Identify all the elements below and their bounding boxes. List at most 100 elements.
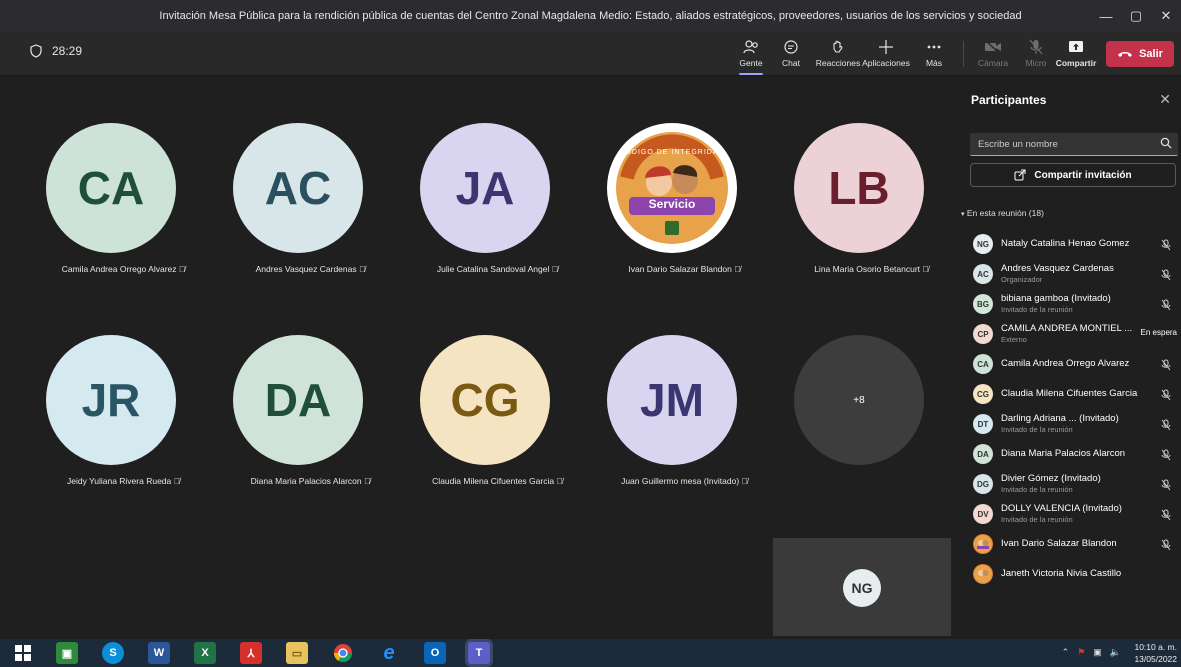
overflow-tile[interactable]: +8 [778, 289, 965, 529]
apps-button[interactable]: Aplicaciones [862, 36, 910, 72]
skype-app[interactable]: S [102, 642, 124, 664]
leave-button[interactable]: Salir [1106, 41, 1174, 67]
mic-muted-icon [1161, 508, 1171, 526]
participant-avatar: DA [973, 444, 993, 464]
self-view[interactable]: NG [773, 538, 951, 636]
pdf-app[interactable]: ⅄ [240, 642, 262, 664]
participant-role: Externo [1001, 335, 1027, 344]
participant-avatar-image [607, 123, 737, 253]
taskbar-clock[interactable]: 10:10 a. m. 13/05/2022 [1134, 641, 1177, 665]
list-item[interactable]: BG bibiana gamboa (Invitado) Invitado de… [955, 288, 1181, 318]
participant-name: Camila Andrea Orrego Alvarez [1001, 358, 1130, 369]
outlook-app[interactable]: O [424, 642, 446, 664]
badge-thumbnail-icon [974, 535, 992, 553]
mic-muted-icon [1161, 238, 1171, 256]
participant-tile[interactable]: DA Diana Maria Palacios Alarcon 🎙̸ [217, 289, 404, 529]
participant-name: Camila Andrea Orrego Alvarez 🎙̸ [30, 264, 217, 274]
teams-icon: T [475, 647, 483, 659]
chevron-up-icon[interactable]: ⌃ [1062, 647, 1070, 658]
participant-avatar: CG [420, 335, 550, 465]
mic-muted-icon [1161, 478, 1171, 496]
participant-name-text: Claudia Milena Cifuentes Garcia [432, 476, 555, 486]
camera-button[interactable]: Cámara [969, 36, 1017, 72]
participant-role: Invitado de la reunión [1001, 425, 1073, 434]
reactions-button[interactable]: Reacciones [814, 36, 862, 72]
excel-icon: X [201, 647, 209, 659]
participant-name: Nataly Catalina Henao Gomez [1001, 238, 1130, 249]
participant-tile[interactable]: JA Julie Catalina Sandoval Angel 🎙̸ [404, 77, 591, 317]
window-title: Invitación Mesa Pública para la rendició… [159, 10, 1022, 22]
participant-tile[interactable]: JR Jeidy Yuliana Rivera Rueda 🎙̸ [30, 289, 217, 529]
participant-tile[interactable]: CG Claudia Milena Cifuentes Garcia 🎙̸ [404, 289, 591, 529]
share-icon [1014, 169, 1026, 181]
participant-name-text: Jeidy Yuliana Rivera Rueda [66, 476, 172, 486]
list-item[interactable]: DG Divier Gómez (Invitado) Invitado de l… [955, 468, 1181, 498]
list-item[interactable]: CA Camila Andrea Orrego Alvarez [955, 348, 1181, 378]
in-meeting-section[interactable]: ▾ En esta reunión (18) [961, 208, 1044, 218]
list-item[interactable]: DV DOLLY VALENCIA (Invitado) Invitado de… [955, 498, 1181, 528]
phone-hangup-icon [1118, 52, 1133, 57]
close-panel-button[interactable]: ✕ [1159, 91, 1171, 108]
list-item[interactable]: AC Andres Vasquez Cardenas Organizador [955, 258, 1181, 288]
list-item[interactable]: Ivan Dario Salazar Blandon [955, 528, 1181, 558]
flag-icon[interactable]: ⚑ [1077, 647, 1085, 658]
participant-name: CAMILA ANDREA MONTIEL ... [1001, 323, 1133, 334]
participant-name: Ivan Dario Salazar Blandon [1001, 538, 1117, 549]
chrome-app[interactable] [332, 642, 354, 664]
participant-avatar: DG [973, 474, 993, 494]
participant-tile[interactable]: JM Juan Guillermo mesa (Invitado) 🎙̸ [591, 289, 778, 529]
maximize-button[interactable]: ▢ [1121, 0, 1151, 32]
store-app[interactable]: ▣ [56, 642, 78, 664]
reactions-label: Reacciones [815, 58, 861, 68]
close-window-button[interactable]: ✕ [1151, 0, 1181, 32]
participant-avatar: CA [973, 354, 993, 374]
list-item[interactable]: DT Darling Adriana ... (Invitado) Invita… [955, 408, 1181, 438]
list-item[interactable]: CG Claudia Milena Cifuentes Garcia [955, 378, 1181, 408]
chat-button[interactable]: Chat [767, 36, 815, 72]
minimize-button[interactable]: — [1091, 0, 1121, 32]
participant-list: NG Nataly Catalina Henao Gomez AC Andres… [955, 228, 1181, 588]
network-icon[interactable]: ▣ [1093, 647, 1102, 658]
mic-muted-icon: 🎙̸ [364, 476, 371, 486]
mic-muted-icon: 🎙̸ [358, 264, 366, 274]
excel-app[interactable]: X [194, 642, 216, 664]
participant-name-text: Diana Maria Palacios Alarcon [250, 476, 362, 486]
participant-avatar: AC [233, 123, 363, 253]
search-input[interactable] [978, 138, 1148, 150]
participant-avatar-image [973, 534, 993, 554]
more-label: Más [925, 58, 943, 68]
participant-tile[interactable]: AC Andres Vasquez Cardenas 🎙̸ [217, 77, 404, 317]
more-button[interactable]: Más [910, 36, 958, 72]
participant-tile[interactable]: LB Lina Maria Osorio Betancurt 🎙̸ [778, 77, 965, 317]
volume-icon[interactable]: 🔈 [1110, 647, 1121, 658]
participant-tile[interactable]: Ivan Dario Salazar Blandon 🎙̸ CÓDIGO DE … [591, 77, 778, 317]
ie-app[interactable]: e [378, 642, 400, 664]
explorer-app[interactable]: ▭ [286, 642, 308, 664]
participant-avatar: DT [973, 414, 993, 434]
teams-app[interactable]: T [468, 642, 490, 664]
participant-name-text: Lina Maria Osorio Betancurt [814, 264, 921, 274]
list-item[interactable]: CP CAMILA ANDREA MONTIEL ... Externo En … [955, 318, 1181, 348]
participant-avatar: DA [233, 335, 363, 465]
share-button[interactable]: Compartir [1052, 36, 1100, 72]
participant-name: Claudia Milena Cifuentes Garcia 🎙̸ [404, 476, 591, 486]
share-invite-label: Compartir invitación [1034, 169, 1132, 181]
windows-start-button[interactable] [12, 642, 34, 664]
list-item[interactable]: DA Diana Maria Palacios Alarcon [955, 438, 1181, 468]
store-icon: ▣ [61, 647, 73, 660]
mic-muted-icon: 🎙̸ [556, 476, 563, 486]
video-stage: CA Camila Andrea Orrego Alvarez 🎙̸ AC An… [0, 77, 955, 639]
mic-muted-icon: 🎙̸ [922, 264, 929, 274]
mic-muted-icon: 🎙̸ [173, 476, 181, 486]
section-label: En esta reunión (18) [966, 208, 1044, 218]
mic-muted-icon [1161, 268, 1171, 286]
word-app[interactable]: W [148, 642, 170, 664]
badge-thumbnail-icon [974, 565, 992, 583]
pdf-icon: ⅄ [247, 647, 255, 660]
participant-tile[interactable]: CA Camila Andrea Orrego Alvarez 🎙̸ [30, 77, 217, 317]
list-item[interactable]: Janeth Victoria Nivia Castillo [955, 558, 1181, 588]
mic-off-icon [1029, 39, 1043, 55]
share-invite-button[interactable]: Compartir invitación [970, 163, 1176, 187]
list-item[interactable]: NG Nataly Catalina Henao Gomez [955, 228, 1181, 258]
shield-icon [30, 44, 42, 58]
